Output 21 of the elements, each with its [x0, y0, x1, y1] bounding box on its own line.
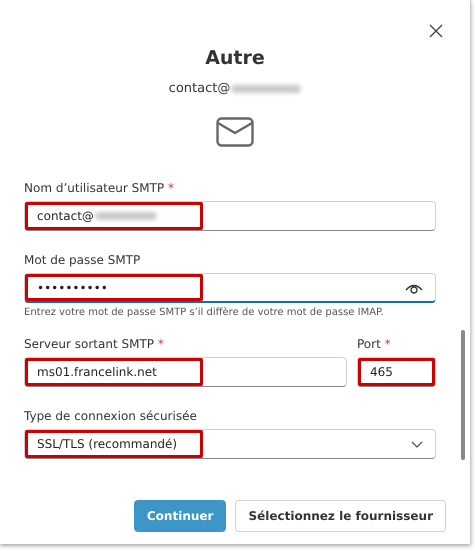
required-asterisk: * — [168, 181, 174, 195]
input-field[interactable]: contact@ — [24, 201, 436, 231]
account-email: contact@ — [168, 81, 230, 96]
chevron-down-icon[interactable] — [411, 440, 423, 448]
input-field[interactable]: 465 — [357, 357, 436, 387]
required-asterisk: * — [158, 337, 164, 351]
input-field[interactable]: ms01.francelink.net — [24, 357, 347, 387]
scrollbar-thumb[interactable] — [461, 330, 465, 460]
field-label: Nom d’utilisateur SMTP * — [24, 181, 175, 195]
required-asterisk: * — [384, 337, 391, 351]
select-field[interactable]: SSL/TLS (recommandé) — [24, 429, 436, 459]
field-label: Port * — [357, 337, 392, 351]
dialog-title: Autre — [205, 47, 265, 69]
provider-button[interactable]: Sélectionnez le fournisseur — [235, 500, 446, 532]
close-icon[interactable] — [429, 24, 443, 38]
field-label: Type de connexion sécurisée — [24, 409, 198, 423]
field-hint: Entrez votre mot de passe SMTP s’il diffère de votre mot de passe IMAP. — [24, 307, 385, 318]
input-field[interactable]: •••••••••• — [24, 273, 436, 303]
field-label: Serveur sortant SMTP * — [24, 337, 165, 351]
envelope-icon — [216, 117, 254, 147]
field-label: Mot de passe SMTP — [24, 253, 142, 267]
